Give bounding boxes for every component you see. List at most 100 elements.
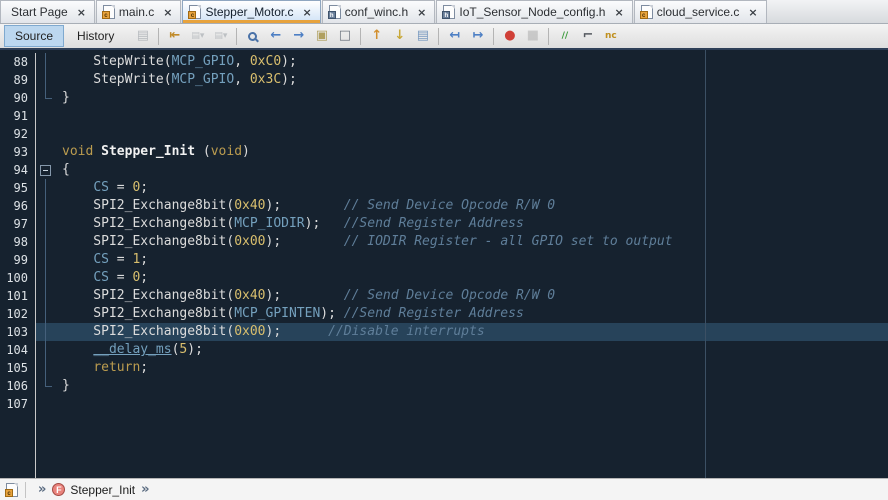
shift-line-right-icon[interactable]: ↦ <box>467 26 488 46</box>
code-text[interactable]: SPI2_Exchange8bit(0x40); // Send Device … <box>56 287 888 305</box>
close-tab-icon[interactable]: × <box>613 7 624 18</box>
close-tab-icon[interactable]: × <box>302 7 313 18</box>
uncomment-icon[interactable]: ⌐ <box>577 26 598 46</box>
close-tab-icon[interactable]: × <box>416 7 427 18</box>
code-text[interactable]: CS = 0; <box>56 179 888 197</box>
code-text[interactable]: return; <box>56 359 888 377</box>
line-number: 106 <box>0 377 36 395</box>
breadcrumb-function-name[interactable]: Stepper_Init <box>70 483 135 497</box>
line-number: 91 <box>0 107 36 125</box>
comment-icon[interactable]: // <box>554 26 575 46</box>
code-text[interactable]: StepWrite(MCP_GPIO, 0x3C); <box>56 71 888 89</box>
history-view-button[interactable]: History <box>66 25 125 47</box>
tab-start-page[interactable]: Start Page× <box>0 0 95 23</box>
line-number: 101 <box>0 287 36 305</box>
code-token: 0x40 <box>234 288 265 303</box>
code-text[interactable]: CS = 0; <box>56 269 888 287</box>
code-text[interactable]: } <box>56 377 888 395</box>
previous-bookmark-icon[interactable]: ↑ <box>366 26 387 46</box>
code-text[interactable] <box>56 107 888 125</box>
code-text[interactable]: SPI2_Exchange8bit(MCP_GPINTEN); //Send R… <box>56 305 888 323</box>
c-file-icon: c <box>189 5 201 19</box>
tab-stepper-motor-c[interactable]: cStepper_Motor.c× <box>182 0 320 23</box>
code-text[interactable]: CS = 1; <box>56 251 888 269</box>
code-text[interactable]: void Stepper_Init (void) <box>56 143 888 161</box>
code-text[interactable]: SPI2_Exchange8bit(0x00); //Disable inter… <box>56 323 888 341</box>
tab-main-c[interactable]: cmain.c× <box>96 0 182 23</box>
fold-column <box>36 251 56 269</box>
code-token: MCP_GPINTEN <box>234 306 320 321</box>
code-text[interactable] <box>56 125 888 143</box>
jump-last-edit-icon[interactable]: ⇤ <box>164 26 185 46</box>
rectangular-selection-icon[interactable]: □ <box>334 26 355 46</box>
next-bookmark-icon[interactable]: ↓ <box>389 26 410 46</box>
close-tab-icon[interactable]: × <box>162 7 173 18</box>
find-previous-icon[interactable]: ← <box>265 26 286 46</box>
find-next-icon[interactable]: → <box>288 26 309 46</box>
code-text[interactable]: StepWrite(MCP_GPIO, 0xC0); <box>56 53 888 71</box>
code-text[interactable]: SPI2_Exchange8bit(MCP_IODIR); //Send Reg… <box>56 215 888 233</box>
code-token <box>62 180 93 195</box>
c-file-icon: c <box>6 483 18 497</box>
toolbar-icons: ▤⇤▤▾▤▾←→▣□↑↓▤↤↦●■//⌐nc <box>131 26 622 46</box>
code-text[interactable]: SPI2_Exchange8bit(0x40); // Send Device … <box>56 197 888 215</box>
code-text[interactable]: SPI2_Exchange8bit(0x00); // IODIR Regist… <box>56 233 888 251</box>
toggle-bookmark-icon[interactable]: ▤ <box>412 26 433 46</box>
fold-column <box>36 143 56 161</box>
toolbar-separator <box>438 28 439 45</box>
code-line-106: 106} <box>0 377 888 395</box>
fold-column <box>36 377 56 395</box>
code-token: CS <box>93 180 109 195</box>
toggle-header-source-icon[interactable]: nc <box>600 26 621 46</box>
code-token: ); <box>187 342 203 357</box>
magnifier-glass <box>248 32 257 41</box>
tab-conf-winc-h[interactable]: hconf_winc.h× <box>322 0 436 23</box>
code-token: SPI2_Exchange8bit( <box>62 324 234 339</box>
close-tab-icon[interactable]: × <box>76 7 87 18</box>
c-file-icon: c <box>641 5 653 19</box>
code-token: 0x00 <box>234 234 265 249</box>
line-number: 92 <box>0 125 36 143</box>
code-line-89: 89 StepWrite(MCP_GPIO, 0x3C); <box>0 71 888 89</box>
code-token <box>62 252 93 267</box>
source-view-button[interactable]: Source <box>4 25 64 47</box>
code-token: = <box>109 270 132 285</box>
close-tab-icon[interactable]: × <box>747 7 758 18</box>
tab-label: IoT_Sensor_Node_config.h <box>459 5 605 19</box>
code-text[interactable] <box>56 395 888 413</box>
code-token: SPI2_Exchange8bit( <box>62 198 234 213</box>
find-selection-icon[interactable] <box>242 26 263 46</box>
tab-label: cloud_service.c <box>657 5 740 19</box>
code-token <box>62 270 93 285</box>
code-editor[interactable]: 88 StepWrite(MCP_GPIO, 0xC0);89 StepWrit… <box>0 50 888 478</box>
line-number: 103 <box>0 323 36 341</box>
tab-iot-sensor-node-config-h[interactable]: hIoT_Sensor_Node_config.h× <box>436 0 632 23</box>
code-token: StepWrite( <box>62 72 172 87</box>
fold-column <box>36 71 56 89</box>
record-macro-icon[interactable]: ● <box>499 26 520 46</box>
code-line-96: 96 SPI2_Exchange8bit(0x40); // Send Devi… <box>0 197 888 215</box>
fold-column <box>36 107 56 125</box>
code-line-104: 104 __delay_ms(5); <box>0 341 888 359</box>
editor-empty-area[interactable] <box>0 413 888 478</box>
chevron-right-icon: » <box>141 483 149 496</box>
fold-column <box>36 125 56 143</box>
fold-toggle-icon[interactable] <box>36 161 56 179</box>
tab-cloud-service-c[interactable]: c cloud_service.c × <box>634 0 767 23</box>
code-line-105: 105 return; <box>0 359 888 377</box>
code-empty[interactable] <box>56 413 888 478</box>
code-token: StepWrite( <box>62 54 172 69</box>
code-token: ; <box>140 180 148 195</box>
code-token: ); <box>266 234 344 249</box>
code-token: ); <box>266 324 329 339</box>
stop-macro-icon: ■ <box>522 26 543 46</box>
shift-line-left-icon[interactable]: ↤ <box>444 26 465 46</box>
code-line-103: 103 SPI2_Exchange8bit(0x00); //Disable i… <box>0 323 888 341</box>
toggle-highlight-icon[interactable]: ▣ <box>311 26 332 46</box>
code-text[interactable]: } <box>56 89 888 107</box>
code-text[interactable]: { <box>56 161 888 179</box>
code-text[interactable]: __delay_ms(5); <box>56 341 888 359</box>
forward-history-icon: ▤▾ <box>210 26 231 46</box>
code-token: , <box>234 54 250 69</box>
code-line-99: 99 CS = 1; <box>0 251 888 269</box>
